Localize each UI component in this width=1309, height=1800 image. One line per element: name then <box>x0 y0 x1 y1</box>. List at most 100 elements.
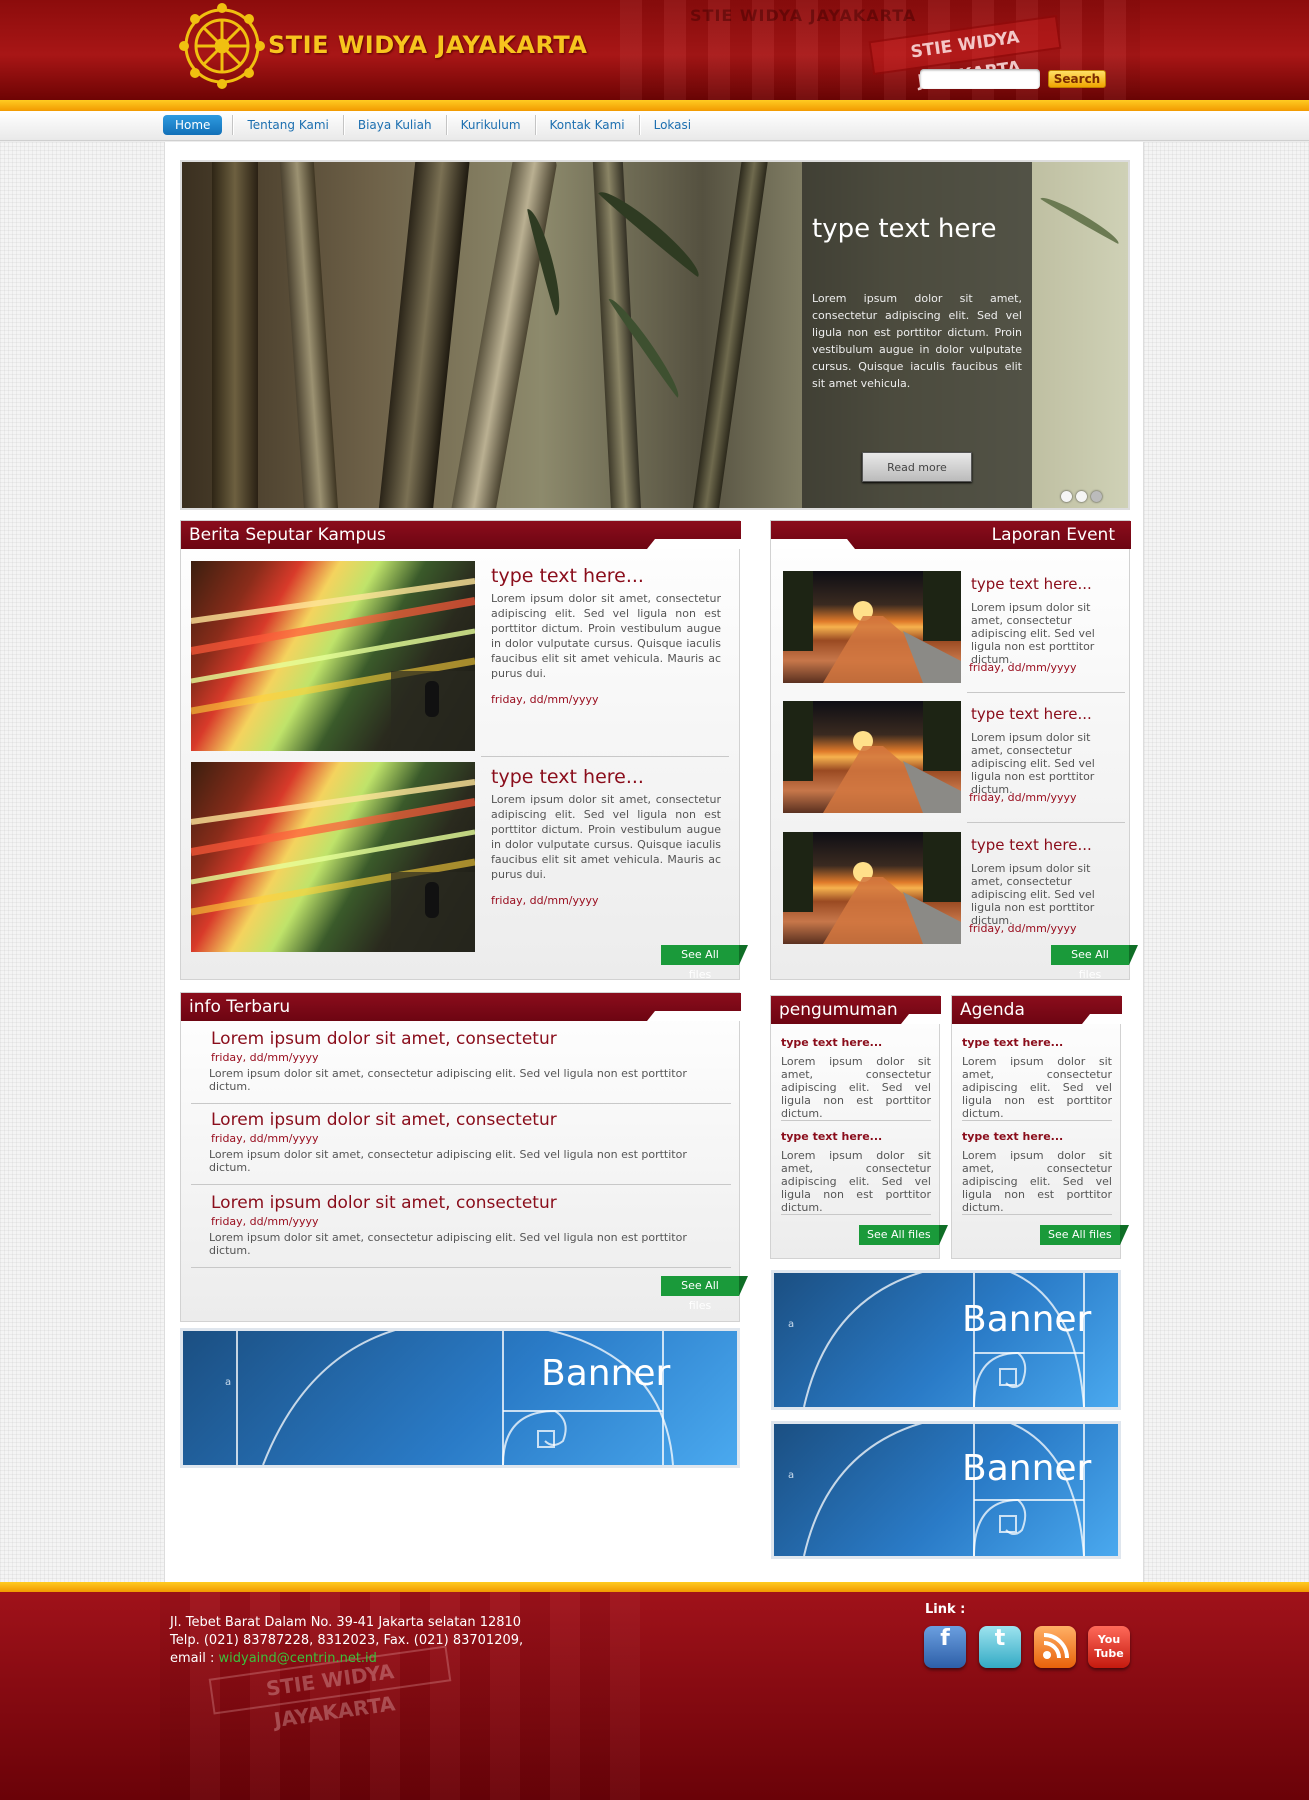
event-item[interactable]: type text here... Lorem ipsum dolor sit … <box>783 701 1123 821</box>
see-all-files-button[interactable]: See All files <box>1051 945 1138 981</box>
event-item[interactable]: type text here... Lorem ipsum dolor sit … <box>783 832 1123 952</box>
event-excerpt: Lorem ipsum dolor sit amet, consectetur … <box>971 862 1095 927</box>
bamboo-stalk <box>279 162 339 508</box>
bamboo-leaf <box>1040 192 1122 245</box>
pengumuman-title[interactable]: type text here... <box>781 1036 931 1049</box>
info-divider <box>191 1103 731 1104</box>
pengumuman-excerpt: Lorem ipsum dolor sit amet, consectetur … <box>781 1149 931 1214</box>
info-date: friday, dd/mm/yyyy <box>211 1051 319 1064</box>
see-all-files-button[interactable]: See All files <box>661 1276 748 1312</box>
site-header: STIE WIDYA JAYAKARTA STIE WIDYA JAYAKART… <box>0 0 1309 100</box>
pengumuman-divider <box>781 1214 931 1215</box>
rss-icon[interactable] <box>1034 1626 1076 1668</box>
header-accent-band <box>0 100 1309 111</box>
info-date: friday, dd/mm/yyyy <box>211 1215 319 1228</box>
agenda-divider <box>962 1214 1112 1215</box>
news-thumbnail[interactable] <box>191 561 475 751</box>
see-all-files-button[interactable]: See All files <box>859 1225 948 1245</box>
footer-address: Jl. Tebet Barat Dalam No. 39-41 Jakarta … <box>170 1614 523 1668</box>
event-title[interactable]: type text here... <box>971 575 1092 593</box>
event-thumbnail[interactable] <box>783 571 961 683</box>
info-excerpt: Lorem ipsum dolor sit amet, consectetur … <box>209 1148 687 1174</box>
email-link[interactable]: widyaind@centrin.net.id <box>219 1651 377 1666</box>
address-line: Jl. Tebet Barat Dalam No. 39-41 Jakarta … <box>170 1615 522 1630</box>
news-item[interactable]: type text here... Lorem ipsum dolor sit … <box>191 561 731 761</box>
nav-item-tentang-kami[interactable]: Tentang Kami <box>233 115 342 135</box>
main-nav: Home Tentang Kami Biaya Kuliah Kurikulum… <box>0 111 1309 141</box>
nav-item-kontak-kami[interactable]: Kontak Kami <box>536 115 639 135</box>
banner-label: Banner <box>962 1448 1092 1489</box>
news-title[interactable]: type text here... <box>491 766 644 788</box>
see-all-files-button[interactable]: See All files <box>661 945 748 981</box>
see-all-files-button[interactable]: See All files <box>1040 1225 1129 1245</box>
site-title[interactable]: STIE WIDYA JAYAKARTA <box>268 31 587 59</box>
news-title[interactable]: type text here... <box>491 565 644 587</box>
read-more-button[interactable]: Read more <box>862 452 972 482</box>
email-label: email : <box>170 1651 215 1666</box>
banner-axis-letter: a <box>788 1319 795 1330</box>
laporan-event-box: Laporan Event type text here... Lorem ip… <box>770 520 1138 981</box>
pengumuman-item[interactable]: type text here... Lorem ipsum dolor sit … <box>781 1130 931 1214</box>
heading-tab-notch <box>771 539 855 549</box>
phone-line: Telp. (021) 83787228, 8312023, Fax. (021… <box>170 1633 524 1648</box>
pengumuman-item[interactable]: type text here... Lorem ipsum dolor sit … <box>781 1036 931 1120</box>
hero-slider[interactable]: type text here Lorem ipsum dolor sit ame… <box>180 160 1130 510</box>
banner-right-top[interactable]: Banner a <box>771 1270 1121 1410</box>
nav-item-home[interactable]: Home <box>163 115 223 135</box>
email-line: email : widyaind@centrin.net.id <box>170 1650 523 1668</box>
event-divider <box>967 692 1125 693</box>
banner-left[interactable]: Banner a <box>180 1328 740 1468</box>
search-input[interactable] <box>920 69 1040 89</box>
news-divider <box>481 756 729 757</box>
news-date: friday, dd/mm/yyyy <box>491 693 599 706</box>
event-thumbnail[interactable] <box>783 832 961 944</box>
pengumuman-title[interactable]: type text here... <box>781 1130 931 1143</box>
event-title[interactable]: type text here... <box>971 705 1092 723</box>
slider-dot[interactable] <box>1076 491 1087 502</box>
banner-axis-letter: a <box>225 1377 232 1388</box>
event-item[interactable]: type text here... Lorem ipsum dolor sit … <box>783 571 1123 691</box>
slider-dot-active[interactable] <box>1091 491 1102 502</box>
info-title[interactable]: Lorem ipsum dolor sit amet, consectetur <box>211 1029 557 1049</box>
sunset-park-image <box>783 832 961 944</box>
event-title[interactable]: type text here... <box>971 836 1092 854</box>
nav-item-biaya-kuliah[interactable]: Biaya Kuliah <box>344 115 446 135</box>
info-excerpt: Lorem ipsum dolor sit amet, consectetur … <box>209 1067 687 1093</box>
event-excerpt: Lorem ipsum dolor sit amet, consectetur … <box>971 731 1095 796</box>
news-thumbnail[interactable] <box>191 762 475 952</box>
news-excerpt: Lorem ipsum dolor sit amet, consectetur … <box>491 592 721 680</box>
links-label: Link : <box>925 1602 966 1617</box>
event-date: friday, dd/mm/yyyy <box>969 922 1077 935</box>
slide-text: Lorem ipsum dolor sit amet, consectetur … <box>812 292 1022 390</box>
twitter-icon[interactable]: t <box>979 1626 1021 1668</box>
event-date: friday, dd/mm/yyyy <box>969 661 1077 674</box>
heading-tab-notch <box>647 1011 741 1021</box>
facebook-icon[interactable]: f <box>924 1626 966 1668</box>
agenda-title[interactable]: type text here... <box>962 1036 1112 1049</box>
info-title[interactable]: Lorem ipsum dolor sit amet, consectetur <box>211 1193 557 1213</box>
search-button[interactable]: Search <box>1048 70 1106 88</box>
agenda-item[interactable]: type text here... Lorem ipsum dolor sit … <box>962 1036 1112 1120</box>
news-excerpt: Lorem ipsum dolor sit amet, consectetur … <box>491 793 721 881</box>
news-item[interactable]: type text here... Lorem ipsum dolor sit … <box>191 762 731 962</box>
logo-icon[interactable] <box>178 2 266 90</box>
event-thumbnail[interactable] <box>783 701 961 813</box>
youtube-icon[interactable]: You Tube <box>1088 1626 1130 1668</box>
agenda-title[interactable]: type text here... <box>962 1130 1112 1143</box>
nav-item-kurikulum[interactable]: Kurikulum <box>447 115 535 135</box>
banner-right-bottom[interactable]: Banner a <box>771 1421 1121 1559</box>
info-title[interactable]: Lorem ipsum dolor sit amet, consectetur <box>211 1110 557 1130</box>
sunset-park-image <box>783 571 961 683</box>
slider-dot[interactable] <box>1061 491 1072 502</box>
header-photo-lettering: STIE WIDYA JAYAKARTA <box>690 6 917 25</box>
agenda-item[interactable]: type text here... Lorem ipsum dolor sit … <box>962 1130 1112 1214</box>
bamboo-stalk <box>691 162 769 508</box>
info-divider <box>191 1184 731 1185</box>
banner-label: Banner <box>962 1299 1092 1340</box>
nav-item-lokasi[interactable]: Lokasi <box>640 115 706 135</box>
light-trails-image <box>191 779 475 952</box>
event-divider <box>967 822 1125 823</box>
berita-box: Berita Seputar Kampus type text here... … <box>180 520 748 981</box>
info-terbaru-box: info Terbaru Lorem ipsum dolor sit amet,… <box>180 992 748 1322</box>
pengumuman-divider <box>781 1120 931 1121</box>
